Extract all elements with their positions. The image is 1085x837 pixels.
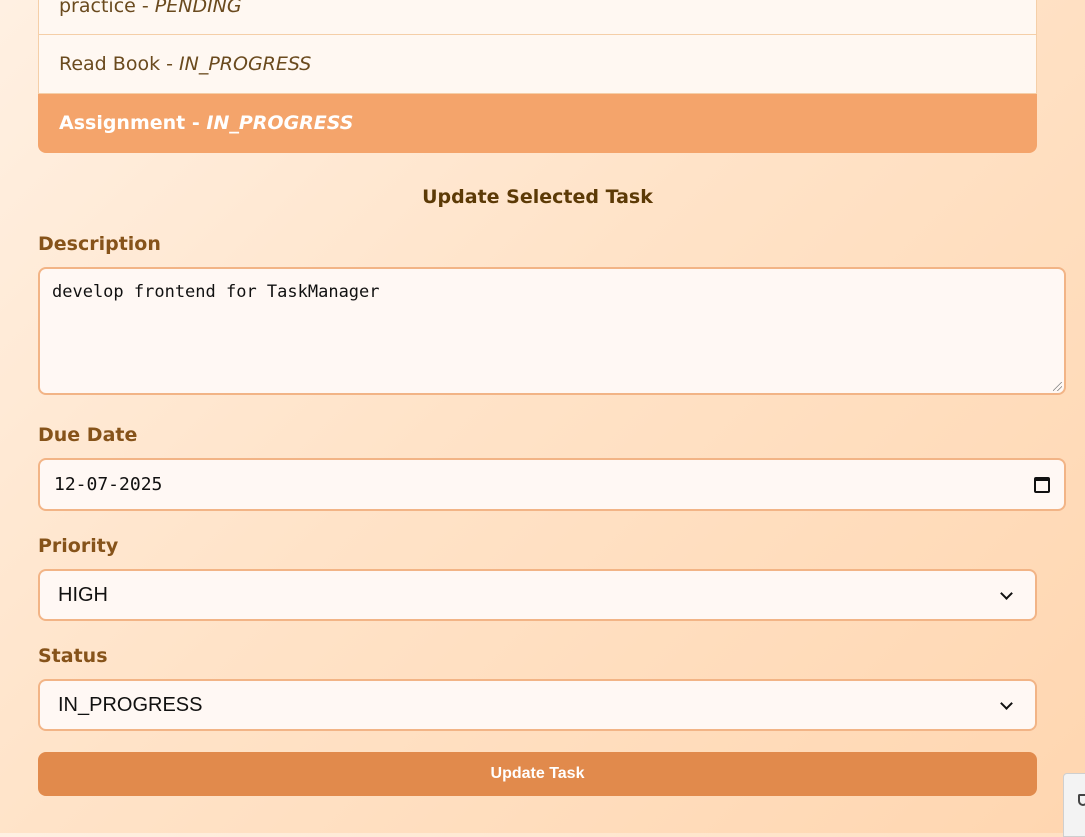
description-value: develop frontend for TaskManager [52,282,380,302]
task-status: PENDING [154,0,242,17]
corner-widget[interactable] [1063,773,1085,837]
description-label: Description [38,233,161,255]
task-list: practice - PENDING Read Book - IN_PROGRE… [38,0,1037,153]
task-list-item-selected[interactable]: Assignment - IN_PROGRESS [38,94,1037,153]
priority-label: Priority [38,535,119,557]
description-textarea[interactable]: develop frontend for TaskManager [38,267,1066,395]
task-list-item[interactable]: Read Book - IN_PROGRESS [38,35,1037,94]
calendar-icon[interactable] [1034,476,1050,493]
due-date-input[interactable]: 12-07-2025 [38,458,1066,511]
due-date-label: Due Date [38,424,138,446]
task-name: Assignment [59,112,186,134]
shield-icon [1078,794,1085,806]
priority-value: HIGH [58,583,108,606]
priority-select[interactable]: HIGH [38,569,1037,621]
resize-grip-icon[interactable] [1053,382,1062,391]
task-separator: - [185,112,207,134]
task-separator: - [135,0,155,17]
status-label: Status [38,645,108,667]
task-status: IN_PROGRESS [206,112,354,134]
task-name: practice [59,0,136,17]
update-task-button[interactable]: Update Task [38,752,1037,796]
task-list-item[interactable]: practice - PENDING [38,0,1037,35]
chevron-down-icon [1000,696,1013,710]
status-select[interactable]: IN_PROGRESS [38,679,1037,731]
task-status: IN_PROGRESS [179,53,312,75]
update-form-heading: Update Selected Task [422,186,653,208]
task-name: Read Book [59,53,161,75]
status-value: IN_PROGRESS [58,693,203,716]
task-separator: - [160,53,180,75]
due-date-value: 12-07-2025 [54,474,163,495]
chevron-down-icon [1000,586,1013,600]
